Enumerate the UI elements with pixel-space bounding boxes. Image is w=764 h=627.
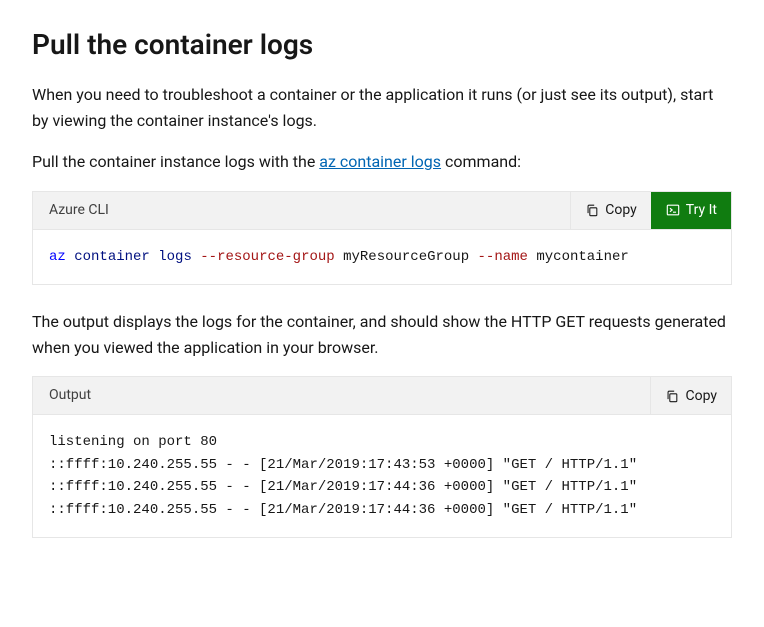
copy-label-output: Copy [685, 388, 717, 404]
copy-icon [585, 203, 599, 217]
cli-sub1: container [74, 249, 150, 265]
code-header: Azure CLI Copy Try It [33, 192, 731, 230]
output-language-label: Output [33, 377, 650, 414]
copy-icon [665, 389, 679, 403]
cli-val1: myResourceGroup [343, 249, 469, 265]
copy-label: Copy [605, 202, 637, 218]
copy-button[interactable]: Copy [570, 192, 651, 229]
output-header: Output Copy [33, 377, 731, 415]
output-description: The output displays the logs for the con… [32, 309, 732, 360]
cli-code-body: az container logs --resource-group myRes… [33, 230, 731, 284]
output-code-block: Output Copy listening on port 80 ::ffff:… [32, 376, 732, 538]
page-heading: Pull the container logs [32, 24, 732, 66]
cli-cmd: az [49, 249, 66, 265]
try-it-label: Try It [686, 202, 717, 218]
para2-text-b: command: [441, 152, 521, 171]
cli-val2: mycontainer [536, 249, 628, 265]
code-language-label: Azure CLI [33, 192, 570, 229]
az-container-logs-link[interactable]: az container logs [319, 152, 441, 171]
cli-sub2: logs [158, 249, 192, 265]
intro-paragraph-1: When you need to troubleshoot a containe… [32, 82, 732, 133]
copy-button-output[interactable]: Copy [650, 377, 731, 414]
output-code-body: listening on port 80 ::ffff:10.240.255.5… [33, 415, 731, 537]
intro-paragraph-2: Pull the container instance logs with th… [32, 149, 732, 175]
cli-arg1: --resource-group [200, 249, 334, 265]
cli-code-block: Azure CLI Copy Try It az container logs … [32, 191, 732, 285]
terminal-icon [666, 203, 680, 217]
para2-text-a: Pull the container instance logs with th… [32, 152, 319, 171]
try-it-button[interactable]: Try It [651, 192, 731, 229]
cli-arg2: --name [478, 249, 528, 265]
